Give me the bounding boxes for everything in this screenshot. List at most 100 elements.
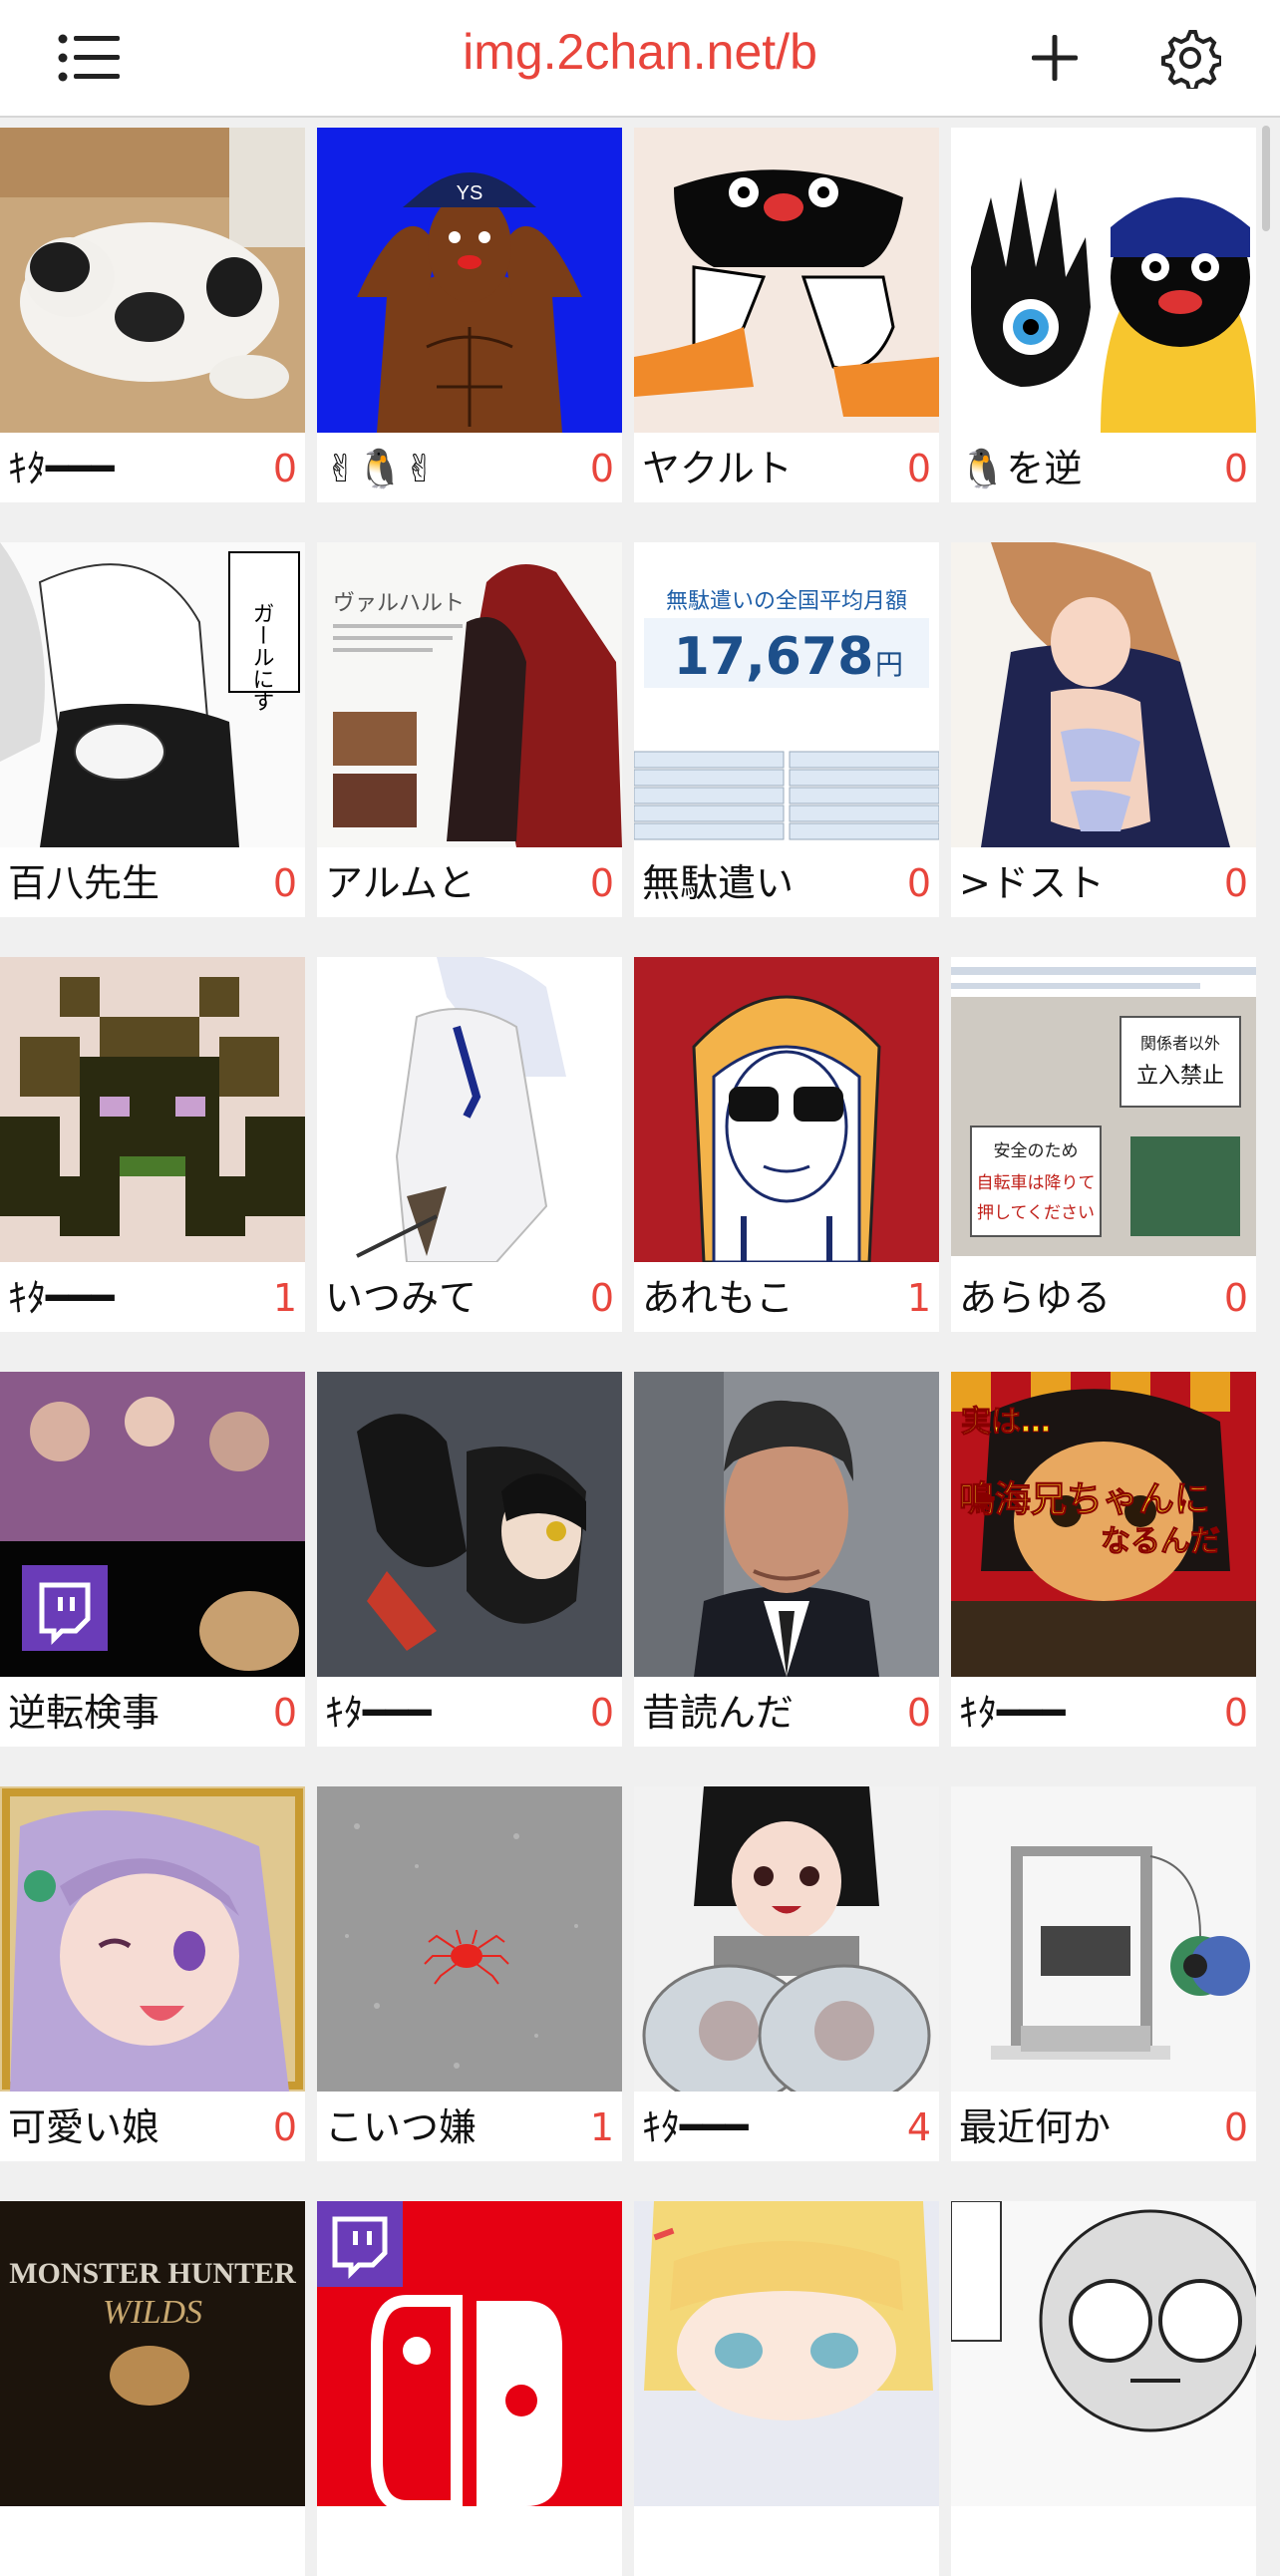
thread-thumbnail [634, 1372, 939, 1677]
thread-thumbnail [634, 128, 939, 433]
thread-title: あらゆる [959, 1276, 1112, 1320]
reply-count: 0 [589, 861, 614, 905]
thread-tile[interactable]: ヴァルハルト アルムと 0 [317, 542, 622, 917]
thread-thumbnail [951, 128, 1256, 433]
thread-tile[interactable]: 可愛い娘 0 [0, 1786, 305, 2161]
plus-icon [1032, 35, 1078, 81]
thread-thumbnail [0, 1372, 305, 1677]
thread-title: 可愛い娘 [8, 2105, 160, 2149]
thread-title: ✌🐧✌ [325, 447, 436, 490]
thread-tile[interactable]: ｷﾀ━━━ 0 [317, 1372, 622, 1747]
thread-thumbnail [317, 957, 622, 1262]
thread-title: 逆転検事 [8, 1691, 160, 1735]
settings-button[interactable] [1150, 18, 1230, 98]
yellow-text-3: なるんだ [1101, 1524, 1220, 1559]
reply-count: 0 [906, 1691, 931, 1735]
yellow-text-1: 実は… [961, 1405, 1051, 1440]
thread-thumbnail [0, 1786, 305, 2092]
thread-tile[interactable]: あれもこ 1 [634, 957, 939, 1332]
thread-tile[interactable] [951, 2201, 1256, 2576]
sign-text-5: 押してください [977, 1203, 1095, 1223]
thread-tile[interactable]: ガールにす 百八先生 0 [0, 542, 305, 917]
reply-count: 0 [272, 861, 297, 905]
thread-title: 最近何か [959, 2105, 1112, 2149]
thread-tile[interactable]: いつみて 0 [317, 957, 622, 1332]
thread-title: アルムと [325, 861, 476, 905]
thread-title: ｷﾀ━━━ [959, 1691, 1066, 1735]
thread-thumbnail [0, 957, 305, 1262]
thread-tile[interactable]: ｷﾀ━━━ 4 [634, 1786, 939, 2161]
thread-title: 🐧を逆 [959, 447, 1083, 490]
mh-title-line-1: MONSTER HUNTER [9, 2257, 296, 2290]
manga-bubble: ガールにす [249, 602, 274, 712]
thread-tile[interactable]: ｷﾀ━━━ 1 [0, 957, 305, 1332]
thread-tile[interactable] [317, 2201, 622, 2576]
reply-count: 1 [906, 1276, 931, 1320]
scrollbar[interactable] [1262, 126, 1270, 231]
thread-title: 昔読んだ [642, 1691, 795, 1735]
thread-title: 百八先生 [8, 861, 160, 905]
thread-thumbnail [951, 542, 1256, 847]
thread-thumbnail [0, 128, 305, 433]
thread-thumbnail [634, 2201, 939, 2506]
thread-thumbnail: 関係者以外 立入禁止 安全のため 自転車は降りて 押してください [951, 957, 1256, 1262]
reply-count: 0 [1223, 447, 1248, 490]
thread-title: ｷﾀ━━━ [8, 447, 115, 490]
thread-tile[interactable]: YS ✌🐧✌ 0 [317, 128, 622, 502]
thread-title: いつみて [325, 1276, 478, 1320]
thread-thumbnail [317, 1372, 622, 1677]
yellow-text-2: 鳴海兄ちゃんに [959, 1479, 1210, 1520]
add-thread-button[interactable] [1015, 18, 1095, 98]
thread-thumbnail: ガールにす [0, 542, 305, 847]
cap-logo: YS [457, 182, 483, 204]
infographic-unit: 円 [875, 648, 903, 681]
thread-tile[interactable] [634, 2201, 939, 2576]
reply-count: 4 [906, 2105, 931, 2149]
thread-title: ｷﾀ━━━ [642, 2105, 749, 2149]
thread-thumbnail [317, 1786, 622, 2092]
reply-count: 0 [272, 447, 297, 490]
thread-thumbnail: ヴァルハルト [317, 542, 622, 847]
thread-title: >ドスト [959, 861, 1105, 905]
thread-title: ｷﾀ━━━ [325, 1691, 432, 1735]
thread-title: あれもこ [642, 1276, 795, 1320]
reply-count: 0 [589, 1691, 614, 1735]
reply-count: 0 [1223, 1691, 1248, 1735]
thread-tile[interactable]: 逆転検事 0 [0, 1372, 305, 1747]
thread-title: こいつ嫌 [325, 2105, 478, 2149]
infographic-heading: 無駄遣いの全国平均月額 [666, 589, 907, 614]
sign-text-1: 関係者以外 [1140, 1034, 1220, 1053]
thread-tile[interactable]: 昔読んだ 0 [634, 1372, 939, 1747]
reply-count: 0 [589, 1276, 614, 1320]
thread-tile[interactable]: MONSTER HUNTER WILDS [0, 2201, 305, 2576]
thread-tile[interactable]: 最近何か 0 [951, 1786, 1256, 2161]
thread-tile[interactable]: ｷﾀ━━━ 0 [0, 128, 305, 502]
thread-tile[interactable]: こいつ嫌 1 [317, 1786, 622, 2161]
infographic-amount: 17,678 [674, 627, 874, 687]
sign-text-2: 立入禁止 [1136, 1064, 1224, 1089]
reply-count: 0 [906, 861, 931, 905]
sign-text-4: 自転車は降りて [977, 1173, 1096, 1193]
reply-count: 0 [906, 447, 931, 490]
reply-count: 0 [272, 1691, 297, 1735]
thread-tile[interactable]: 実は… 鳴海兄ちゃんに なるんだ ｷﾀ━━━ 0 [951, 1372, 1256, 1747]
thread-tile[interactable]: 🐧を逆 0 [951, 128, 1256, 502]
character-name: ヴァルハルト [333, 591, 465, 616]
thread-thumbnail [951, 2201, 1256, 2506]
thread-thumbnail [317, 2201, 622, 2506]
reply-count: 0 [1223, 2105, 1248, 2149]
thread-tile[interactable]: ヤクルト 0 [634, 128, 939, 502]
thread-thumbnail: 実は… 鳴海兄ちゃんに なるんだ [951, 1372, 1256, 1677]
gear-icon [1161, 30, 1221, 89]
reply-count: 0 [1223, 1276, 1248, 1320]
thread-tile[interactable]: >ドスト 0 [951, 542, 1256, 917]
thread-tile[interactable]: 関係者以外 立入禁止 安全のため 自転車は降りて 押してください あらゆる 0 [951, 957, 1256, 1332]
thread-thumbnail: MONSTER HUNTER WILDS [0, 2201, 305, 2506]
mh-title-line-2: WILDS [103, 2294, 202, 2331]
thread-tile[interactable]: 無駄遣いの全国平均月額 17,678 円 無駄遣い 0 [634, 542, 939, 917]
thread-title: ヤクルト [642, 447, 793, 490]
thread-thumbnail [634, 957, 939, 1262]
reply-count: 0 [1223, 861, 1248, 905]
thread-thumbnail [634, 1786, 939, 2092]
thread-thumbnail [951, 1786, 1256, 2092]
